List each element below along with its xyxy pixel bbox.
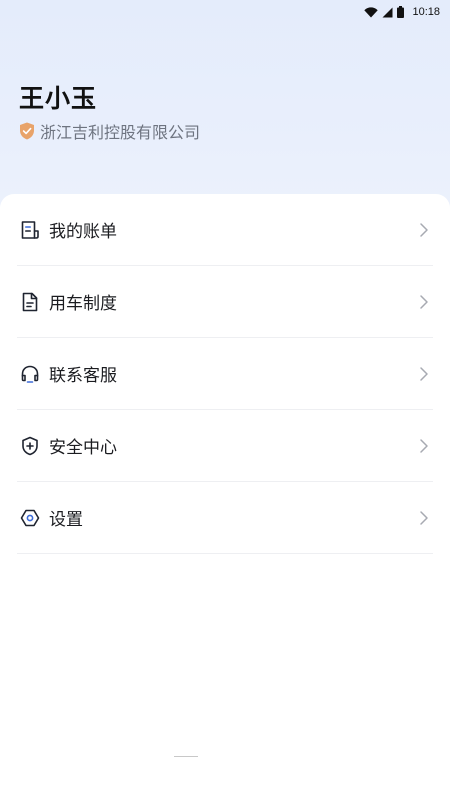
document-icon [19,291,41,313]
chevron-right-icon [419,222,431,238]
battery-icon [397,6,405,18]
chevron-right-icon [419,294,431,310]
menu-item-security-center[interactable]: 安全中心 [17,410,433,482]
company-name: 浙江吉利控股有限公司 [40,123,201,142]
menu-item-settings[interactable]: 设置 [17,482,433,554]
settings-icon [19,507,41,529]
status-time: 10:18 [412,6,440,18]
shield-plus-icon [19,435,41,457]
company-row: 浙江吉利控股有限公司 [19,122,200,144]
menu-item-label: 安全中心 [49,438,117,458]
user-name: 王小玉 [19,84,98,113]
menu-item-label: 设置 [49,510,83,530]
bill-icon [19,219,41,241]
menu-item-customer-service[interactable]: 联系客服 [17,338,433,410]
wifi-icon [364,6,379,18]
menu-item-label: 我的账单 [49,222,117,242]
menu-list: 我的账单 用车制度 联系客服 安全中心 设置 [0,194,450,554]
cellular-signal-icon [382,7,393,18]
chevron-right-icon [419,366,431,382]
menu-card: 我的账单 用车制度 联系客服 安全中心 设置 [0,194,450,800]
shield-check-icon [19,122,35,144]
menu-item-label: 联系客服 [49,366,117,386]
status-bar: 10:18 [0,0,450,24]
chevron-right-icon [419,510,431,526]
profile-section: 王小玉 浙江吉利控股有限公司 [19,82,200,144]
home-indicator [174,756,198,757]
menu-item-vehicle-policy[interactable]: 用车制度 [17,266,433,338]
menu-item-label: 用车制度 [49,294,117,314]
menu-item-my-bills[interactable]: 我的账单 [17,194,433,266]
chevron-right-icon [419,438,431,454]
headset-icon [19,363,41,385]
